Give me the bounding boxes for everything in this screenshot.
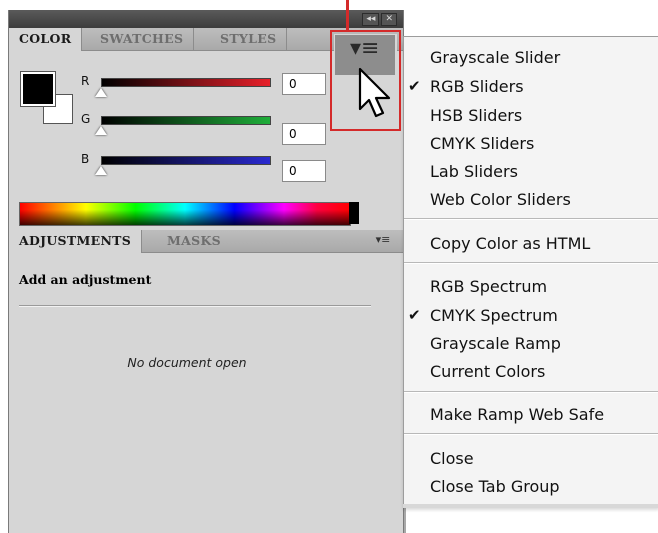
menu-item-copy-color-as-html[interactable]: Copy Color as HTML — [430, 234, 590, 253]
no-document-message: No document open — [127, 355, 247, 370]
menu-item-lab-sliders[interactable]: Lab Sliders — [430, 162, 518, 181]
menu-item-grayscale-slider[interactable]: Grayscale Slider — [430, 48, 560, 67]
adjustments-panel-tabs: ADJUSTMENTS MASKS ▾≡ — [9, 230, 403, 253]
menu-item-cmyk-spectrum[interactable]: CMYK Spectrum — [430, 306, 558, 325]
red-slider-track[interactable] — [101, 78, 271, 87]
green-slider-knob[interactable] — [95, 126, 107, 135]
highlight-pointer-line — [346, 0, 349, 31]
panel-titlebar[interactable]: ◂◂ ✕ — [9, 10, 403, 28]
blue-slider-knob[interactable] — [95, 166, 107, 175]
menu-item-rgb-spectrum[interactable]: RGB Spectrum — [430, 277, 547, 296]
blue-slider-track[interactable] — [101, 156, 271, 165]
red-value-input[interactable]: 0 — [282, 73, 326, 95]
red-slider-knob[interactable] — [95, 88, 107, 97]
menu-item-grayscale-ramp[interactable]: Grayscale Ramp — [430, 334, 561, 353]
menu-item-web-color-sliders[interactable]: Web Color Sliders — [430, 190, 571, 209]
menu-separator — [404, 218, 658, 220]
slider-label-g: G — [81, 112, 91, 126]
menu-item-rgb-sliders[interactable]: RGB Sliders — [430, 77, 524, 96]
titlebar-buttons: ◂◂ ✕ — [362, 12, 397, 26]
adjustments-divider — [19, 305, 371, 307]
slider-label-b: B — [81, 152, 90, 166]
menu-separator — [404, 391, 658, 393]
tab-masks[interactable]: MASKS — [157, 230, 231, 252]
menu-separator — [404, 433, 658, 435]
close-icon[interactable]: ✕ — [381, 12, 397, 26]
menu-item-close[interactable]: Close — [430, 449, 474, 468]
tab-swatches[interactable]: SWATCHES — [90, 28, 195, 50]
adjustments-heading: Add an adjustment — [19, 272, 152, 287]
tab-adjustments[interactable]: ADJUSTMENTS — [9, 230, 143, 253]
menu-item-cmyk-sliders[interactable]: CMYK Sliders — [430, 134, 534, 153]
checkmark-icon: ✔ — [408, 306, 421, 324]
menu-button-highlight-box — [330, 30, 401, 131]
menu-item-close-tab-group[interactable]: Close Tab Group — [430, 477, 560, 496]
collapse-icon[interactable]: ◂◂ — [362, 12, 380, 26]
spectrum-black-swatch[interactable] — [349, 202, 359, 224]
blue-value-input[interactable]: 0 — [282, 160, 326, 182]
adjustments-panel-menu-icon[interactable]: ▾≡ — [375, 233, 391, 247]
menu-item-hsb-sliders[interactable]: HSB Sliders — [430, 106, 522, 125]
color-panel-flyout-menu: Grayscale Slider ✔ RGB Sliders HSB Slide… — [403, 36, 658, 504]
tab-styles[interactable]: STYLES — [210, 28, 288, 50]
green-value-input[interactable]: 0 — [282, 123, 326, 145]
green-slider-track[interactable] — [101, 116, 271, 125]
color-spectrum-ramp[interactable] — [19, 202, 351, 226]
tab-color[interactable]: COLOR — [9, 28, 83, 51]
menu-item-current-colors[interactable]: Current Colors — [430, 362, 545, 381]
menu-item-make-ramp-web-safe[interactable]: Make Ramp Web Safe — [430, 405, 604, 424]
checkmark-icon: ✔ — [408, 77, 421, 95]
slider-label-r: R — [81, 74, 90, 88]
menu-separator — [404, 262, 658, 264]
foreground-color-swatch[interactable] — [20, 71, 56, 107]
